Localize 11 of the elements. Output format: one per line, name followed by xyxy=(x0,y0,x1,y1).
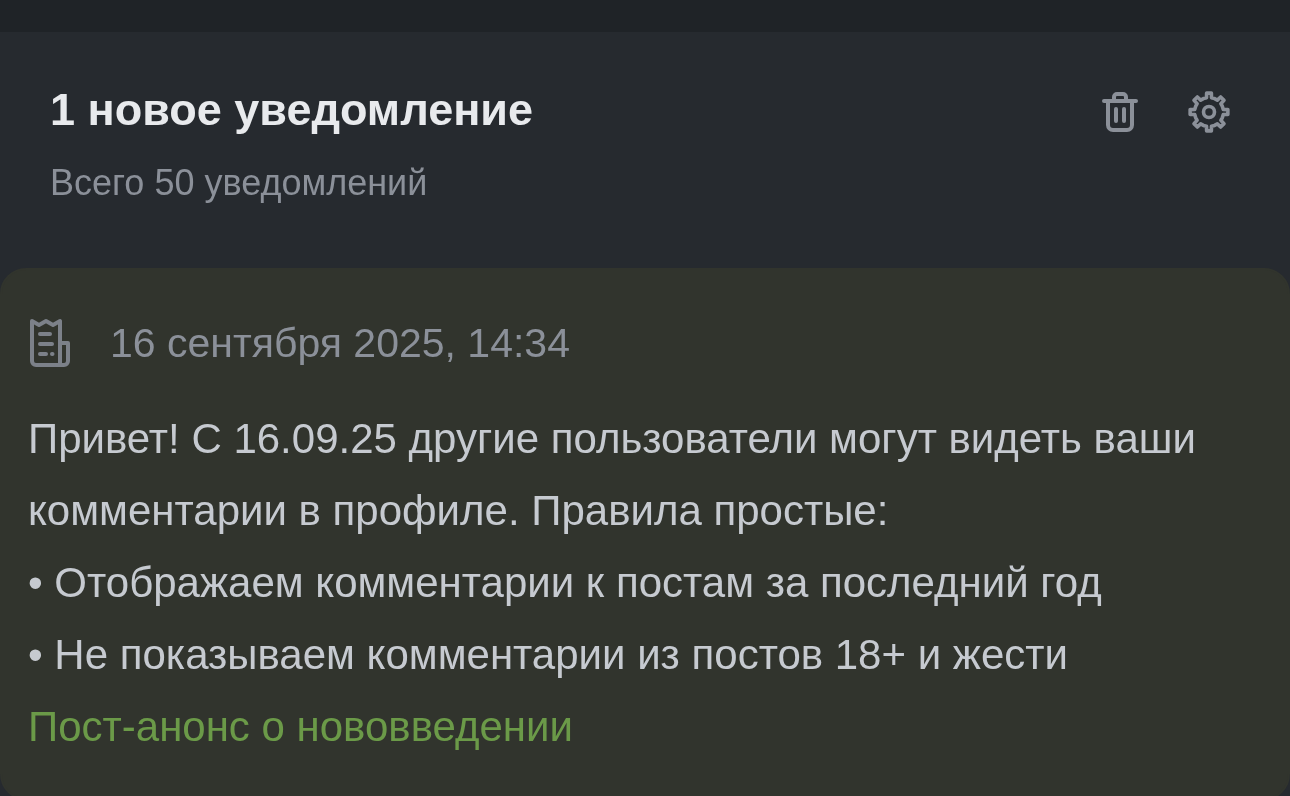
settings-icon xyxy=(1188,91,1230,133)
rule-item: • Не показываем комментарии из постов 18+ и жести xyxy=(28,630,1069,680)
rule-item: • Отображаем комментарии к постам за последний год xyxy=(28,558,1103,608)
notification-text: Привет! С 16.09.25 другие пользователи могут видеть ваши комментарии в профиле. Правила простые: xyxy=(28,414,1197,536)
notification-date: 16 сентября 2025, 14:34 xyxy=(110,319,570,368)
notifications-count: Всего 50 уведомлений xyxy=(50,162,429,204)
announcement-link[interactable]: Пост-анонс о нововведении xyxy=(28,691,573,763)
notifications-title: 1 новое уведомление xyxy=(50,83,534,137)
delete-button[interactable] xyxy=(1102,92,1138,132)
trash-icon xyxy=(1102,92,1138,132)
settings-button[interactable] xyxy=(1188,91,1230,133)
